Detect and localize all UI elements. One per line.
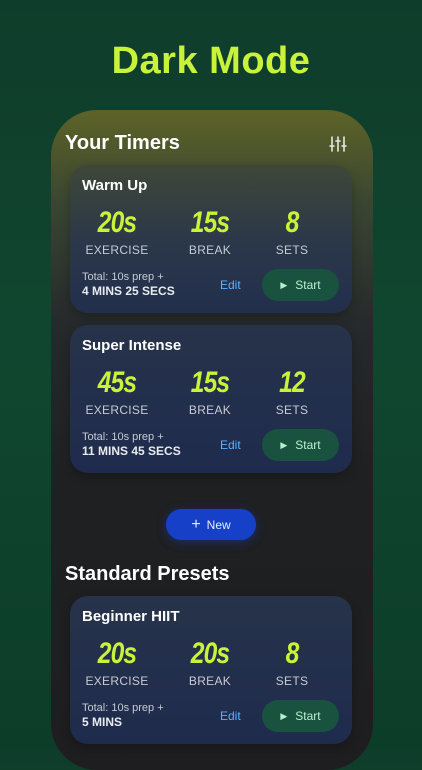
- start-label: Start: [295, 278, 321, 292]
- start-button[interactable]: ▶ Start: [262, 269, 339, 301]
- exercise-stat: 20s EXERCISE: [72, 636, 162, 688]
- timer-name: Warm Up: [82, 177, 148, 194]
- break-value: 20s: [190, 637, 230, 670]
- sets-value: 8: [285, 637, 300, 670]
- plus-icon: +: [191, 515, 201, 533]
- exercise-value: 20s: [97, 637, 137, 670]
- sets-value: 8: [285, 206, 300, 239]
- edit-link[interactable]: Edit: [220, 278, 241, 292]
- start-label: Start: [295, 709, 321, 723]
- exercise-stat: 45s EXERCISE: [72, 365, 162, 417]
- sets-label: SETS: [275, 674, 309, 688]
- timer-card[interactable]: Warm Up 20s EXERCISE 15s BREAK 8 SETS To…: [70, 165, 352, 313]
- break-stat: 15s BREAK: [165, 205, 255, 257]
- new-timer-button[interactable]: + New: [166, 509, 256, 540]
- sets-label: SETS: [275, 403, 309, 417]
- total-prep-text: Total: 10s prep +: [82, 702, 164, 714]
- exercise-label: EXERCISE: [85, 403, 149, 417]
- break-stat: 20s BREAK: [165, 636, 255, 688]
- sets-stat: 8 SETS: [247, 205, 337, 257]
- exercise-stat: 20s EXERCISE: [72, 205, 162, 257]
- play-icon: ▶: [280, 710, 288, 721]
- edit-link[interactable]: Edit: [220, 438, 241, 452]
- preset-name: Beginner HIIT: [82, 608, 180, 625]
- standard-presets-title: Standard Presets: [65, 563, 230, 585]
- exercise-value: 45s: [97, 366, 137, 399]
- break-label: BREAK: [188, 243, 232, 257]
- start-label: Start: [295, 438, 321, 452]
- preset-card[interactable]: Beginner HIIT 20s EXERCISE 20s BREAK 8 S…: [70, 596, 352, 744]
- promo-headline: Dark Mode: [111, 40, 311, 82]
- total-duration: Total: 10s prep + 5 MINS: [82, 701, 164, 729]
- total-time-text: 11 MINS 45 SECS: [82, 444, 181, 458]
- sets-value: 12: [279, 366, 306, 399]
- break-label: BREAK: [188, 403, 232, 417]
- play-icon: ▶: [280, 439, 288, 450]
- exercise-label: EXERCISE: [85, 243, 149, 257]
- play-icon: ▶: [280, 279, 288, 290]
- break-value: 15s: [190, 206, 230, 239]
- total-time-text: 4 MINS 25 SECS: [82, 284, 175, 298]
- your-timers-title: Your Timers: [65, 132, 180, 154]
- phone-screen: Your Timers Warm Up 20s EXERCISE 15s BRE…: [51, 110, 373, 770]
- exercise-label: EXERCISE: [85, 674, 149, 688]
- sliders-icon[interactable]: [329, 136, 347, 152]
- timer-card[interactable]: Super Intense 45s EXERCISE 15s BREAK 12 …: [70, 325, 352, 473]
- total-prep-text: Total: 10s prep +: [82, 271, 164, 283]
- sets-label: SETS: [275, 243, 309, 257]
- total-duration: Total: 10s prep + 11 MINS 45 SECS: [82, 430, 181, 458]
- total-time-text: 5 MINS: [82, 715, 123, 729]
- total-duration: Total: 10s prep + 4 MINS 25 SECS: [82, 270, 175, 298]
- sets-stat: 8 SETS: [247, 636, 337, 688]
- start-button[interactable]: ▶ Start: [262, 429, 339, 461]
- exercise-value: 20s: [97, 206, 137, 239]
- break-label: BREAK: [188, 674, 232, 688]
- break-stat: 15s BREAK: [165, 365, 255, 417]
- start-button[interactable]: ▶ Start: [262, 700, 339, 732]
- break-value: 15s: [190, 366, 230, 399]
- new-button-label: New: [206, 517, 231, 532]
- timer-name: Super Intense: [82, 337, 182, 354]
- total-prep-text: Total: 10s prep +: [82, 431, 164, 443]
- sets-stat: 12 SETS: [247, 365, 337, 417]
- edit-link[interactable]: Edit: [220, 709, 241, 723]
